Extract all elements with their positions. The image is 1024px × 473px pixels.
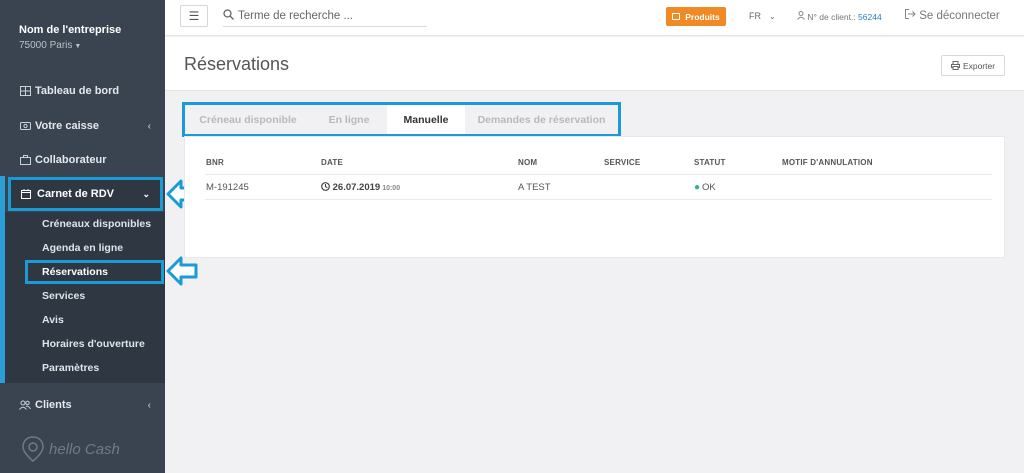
column-header-name: NOM	[518, 158, 538, 167]
chevron-left-icon: ‹	[147, 120, 151, 132]
sidebar-item-employee[interactable]: Collaborateur	[0, 148, 165, 172]
products-label: Produits	[685, 11, 720, 22]
cell-time-value: 10:00	[382, 185, 401, 192]
client-label: N° de client.:	[807, 12, 856, 22]
location-pin-icon	[22, 436, 44, 462]
language-value: FR	[749, 11, 761, 21]
user-icon	[797, 11, 807, 22]
submenu-item-opening-hours[interactable]: Horaires d'ouverture	[42, 338, 145, 350]
chevron-down-icon: ⌄	[769, 12, 776, 21]
logo-text: hello Cash	[49, 440, 120, 458]
cell-date: 26.07.2019 10:00	[321, 182, 400, 193]
row-divider	[205, 199, 992, 200]
header-divider	[205, 174, 992, 175]
submenu-item-slots[interactable]: Créneaux disponibles	[42, 218, 151, 230]
chevron-down-icon: ⌄	[142, 189, 150, 199]
logout-button[interactable]: Se déconnecter	[905, 9, 1000, 22]
column-header-bnr: BNR	[206, 158, 224, 167]
caret-down-icon: ▼	[74, 43, 82, 50]
grid-icon	[672, 13, 681, 20]
submenu-item-reviews[interactable]: Avis	[42, 314, 64, 326]
sidebar-item-label: Clients	[35, 399, 72, 411]
sidebar-item-label: Votre caisse	[35, 120, 100, 132]
column-header-date: DATE	[321, 158, 343, 167]
column-header-status: STATUT	[694, 158, 726, 167]
cell-status: ● OK	[694, 182, 716, 193]
dashboard-icon	[19, 86, 31, 96]
submenu-item-settings[interactable]: Paramètres	[42, 362, 99, 374]
tab-booking-requests[interactable]: Demandes de réservation	[465, 105, 618, 134]
products-button[interactable]: Produits	[666, 7, 726, 26]
search-placeholder: Terme de recherche ...	[238, 9, 354, 22]
column-header-cancel-reason: MOTIF D'ANNULATION	[782, 158, 873, 167]
reservation-tabs: Créneau disponible En ligne Manuelle Dem…	[182, 102, 621, 137]
sidebar-item-register[interactable]: Votre caisse ‹	[0, 114, 165, 138]
column-header-service: SERVICE	[604, 158, 641, 167]
submenu-accent	[0, 176, 5, 383]
sidebar-item-clients[interactable]: Clients ‹	[0, 393, 165, 417]
cell-date-value: 26.07.2019	[332, 182, 381, 193]
cell-status-value: OK	[702, 182, 716, 193]
company-name: Nom de l'entreprise	[19, 24, 122, 36]
chevron-left-icon: ‹	[147, 399, 151, 411]
sidebar-item-label: Carnet de RDV	[37, 188, 115, 200]
hellocash-logo: hello Cash	[21, 436, 120, 462]
submenu-item-reservations[interactable]: Réservations	[25, 260, 164, 284]
clients-icon	[19, 400, 31, 410]
sidebar: Nom de l'entreprise 75000 Paris ▼ Tableau…	[0, 0, 165, 473]
arrow-left-icon	[166, 256, 198, 286]
topbar: ☰ Terme de recherche ... Produits FR ⌄ N°…	[165, 0, 1024, 36]
cell-name: A TEST	[518, 182, 551, 193]
print-icon	[950, 61, 960, 70]
submenu-item-label: Réservations	[42, 266, 108, 278]
page-header: Réservations Exporter	[165, 37, 1024, 91]
language-select[interactable]: FR ⌄	[749, 11, 776, 21]
search-input[interactable]: Terme de recherche ...	[223, 5, 427, 27]
company-city: 75000 Paris	[19, 40, 73, 51]
company-switcher[interactable]: Nom de l'entreprise 75000 Paris ▼	[19, 24, 121, 51]
menu-toggle-button[interactable]: ☰	[180, 5, 208, 27]
register-icon	[19, 121, 31, 131]
client-number: N° de client.: 56244	[797, 11, 882, 22]
cell-bnr: M-191245	[206, 182, 249, 193]
sidebar-item-appointments[interactable]: Carnet de RDV ⌄	[8, 177, 163, 211]
tab-available-slot[interactable]: Créneau disponible	[185, 105, 311, 134]
sidebar-item-label: Collaborateur	[35, 154, 107, 166]
tab-online[interactable]: En ligne	[311, 105, 387, 134]
tab-manual[interactable]: Manuelle	[387, 105, 465, 134]
calendar-icon	[21, 189, 33, 199]
logout-label: Se déconnecter	[919, 10, 1000, 22]
logout-icon	[905, 9, 919, 22]
client-number-value[interactable]: 56244	[858, 12, 882, 22]
sidebar-item-label: Tableau de bord	[35, 85, 120, 97]
export-label: Exporter	[962, 60, 996, 71]
reservations-table: BNR DATE NOM SERVICE STATUT MOTIF D'ANNU…	[184, 136, 1005, 258]
status-dot-icon: ●	[694, 182, 701, 193]
employee-icon	[19, 155, 31, 165]
submenu-item-online-agenda[interactable]: Agenda en ligne	[42, 242, 123, 254]
search-icon	[223, 8, 234, 23]
hamburger-icon: ☰	[188, 9, 200, 23]
export-button[interactable]: Exporter	[941, 55, 1005, 76]
sidebar-item-dashboard[interactable]: Tableau de bord	[0, 79, 165, 103]
submenu-item-services[interactable]: Services	[42, 290, 85, 302]
page-title: Réservations	[184, 54, 290, 74]
clock-icon	[321, 182, 330, 191]
